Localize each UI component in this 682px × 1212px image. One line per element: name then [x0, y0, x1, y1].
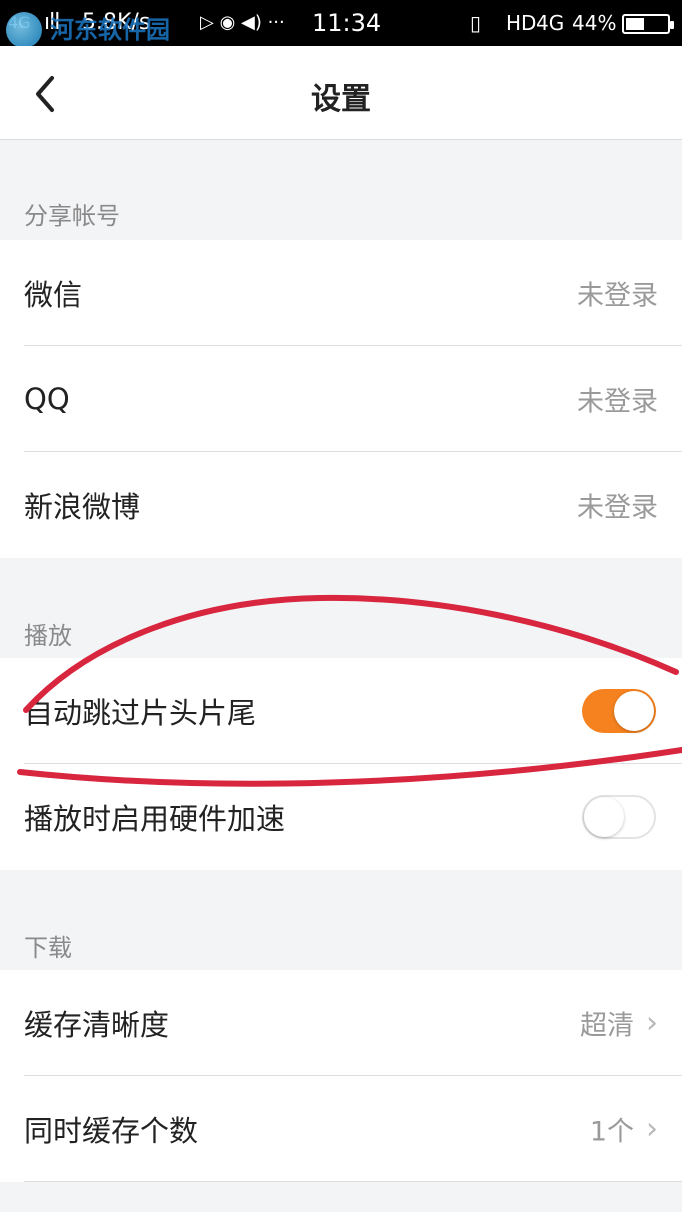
- concurrent-cache-value: 1个: [589, 1116, 634, 1148]
- row-label: 播放时启用硬件加速: [24, 802, 286, 836]
- row-label: 缓存清晰度: [24, 1008, 170, 1042]
- qq-row[interactable]: QQ 未登录: [0, 346, 682, 452]
- row-label: 微信: [24, 278, 83, 312]
- page-title: 设置: [311, 82, 371, 117]
- skip-intro-outro-row: 自动跳过片头片尾: [0, 658, 682, 764]
- hardware-acceleration-row: 播放时启用硬件加速: [0, 764, 682, 870]
- login-status: 未登录: [577, 386, 658, 418]
- cache-quality-row[interactable]: 缓存清晰度 超清 ›: [0, 970, 682, 1076]
- chevron-right-icon: ›: [646, 1111, 658, 1147]
- hd-label: HD: [506, 11, 537, 35]
- clock: 11:34: [312, 9, 382, 37]
- login-status: 未登录: [577, 280, 658, 312]
- signal-label: 4G: [8, 13, 31, 32]
- notification-icons: ▷ ◉ ◀) ···: [200, 12, 285, 33]
- skip-intro-outro-toggle[interactable]: [582, 689, 656, 733]
- section-title-share-accounts: 分享帐号: [24, 202, 120, 230]
- cache-quality-value: 超清: [580, 1010, 634, 1042]
- hardware-acceleration-toggle[interactable]: [582, 795, 656, 839]
- login-status: 未登录: [577, 492, 658, 524]
- row-label: QQ: [24, 382, 70, 416]
- section-title-playback: 播放: [24, 622, 72, 650]
- section-title-download: 下载: [24, 934, 72, 962]
- header-bar: 设置: [0, 46, 682, 140]
- signal-bars-icon: ıll: [44, 10, 60, 35]
- concurrent-cache-row[interactable]: 同时缓存个数 1个 ›: [0, 1076, 682, 1182]
- row-label: 自动跳过片头片尾: [24, 696, 257, 730]
- battery-icon: [622, 14, 674, 34]
- network-speed: 5.8K/s: [82, 10, 151, 35]
- weibo-row[interactable]: 新浪微博 未登录: [0, 452, 682, 558]
- battery-level-fill: [626, 18, 644, 30]
- vibrate-icon: ▯: [470, 11, 482, 35]
- wechat-row[interactable]: 微信 未登录: [0, 240, 682, 346]
- network-type: 4G: [536, 11, 565, 35]
- status-bar: 4G ıll 5.8K/s ▷ ◉ ◀) ··· 11:34 ▯ HD 4G 4…: [0, 0, 682, 46]
- chevron-right-icon: ›: [646, 1005, 658, 1041]
- row-label: 新浪微博: [24, 490, 141, 524]
- row-divider: [24, 1181, 682, 1182]
- toggle-knob: [614, 691, 654, 731]
- toggle-knob: [584, 797, 624, 837]
- row-label: 同时缓存个数: [24, 1114, 199, 1148]
- battery-percent: 44%: [572, 11, 617, 35]
